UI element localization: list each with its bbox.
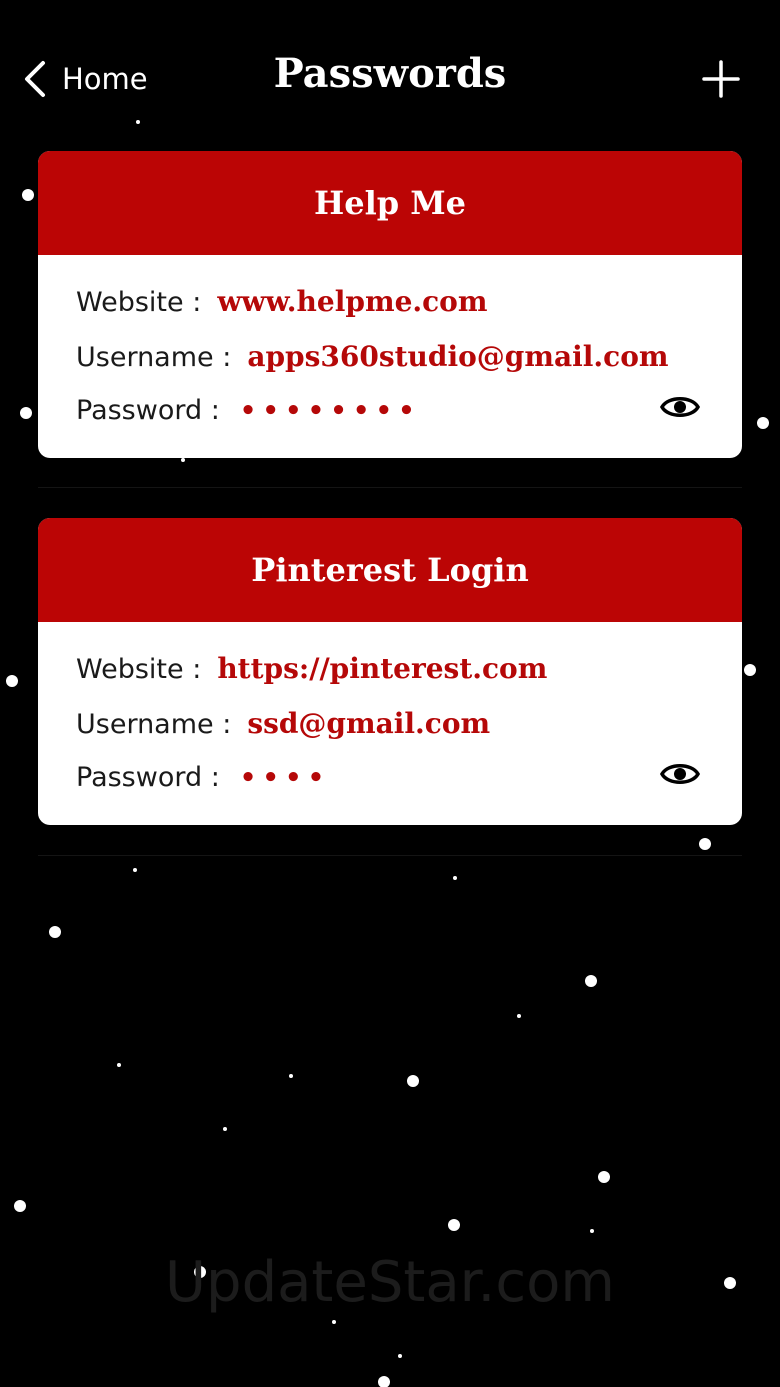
snowflake xyxy=(398,1354,402,1358)
snowflake xyxy=(223,1127,227,1131)
snowflake xyxy=(407,1075,419,1087)
website-value: https://pinterest.com xyxy=(217,652,548,685)
page-title: Passwords xyxy=(273,50,507,97)
watermark-text: UpdateStar.com xyxy=(165,1250,615,1315)
card-body: Website : www.helpme.com Username : apps… xyxy=(38,255,742,458)
card-body: Website : https://pinterest.com Username… xyxy=(38,622,742,825)
snowflake xyxy=(117,1063,121,1067)
snowflake xyxy=(744,664,756,676)
card-title: Help Me xyxy=(38,151,742,255)
eye-icon xyxy=(660,397,700,417)
navigation-bar: Home Passwords xyxy=(0,0,780,150)
snowflake xyxy=(332,1320,336,1324)
website-label: Website : xyxy=(76,654,202,685)
snowflake xyxy=(22,189,34,201)
snowflake xyxy=(181,458,185,462)
username-row: Username : ssd@gmail.com xyxy=(76,707,490,740)
snowflake xyxy=(757,417,769,429)
password-label: Password : xyxy=(76,762,220,793)
snowflake xyxy=(20,407,32,419)
username-value: apps360studio@gmail.com xyxy=(247,340,669,373)
password-card[interactable]: Help Me Website : www.helpme.com Usernam… xyxy=(38,151,742,458)
website-row: Website : https://pinterest.com xyxy=(76,652,547,685)
snowflake xyxy=(6,675,18,687)
snowflake xyxy=(133,868,137,872)
password-value: •••• xyxy=(239,763,331,793)
snowflake xyxy=(49,926,61,938)
snowflake xyxy=(378,1376,390,1387)
username-label: Username : xyxy=(76,709,232,740)
snowflake xyxy=(453,876,457,880)
snowflake xyxy=(585,975,597,987)
show-password-button[interactable] xyxy=(660,393,700,421)
show-password-button[interactable] xyxy=(660,760,700,788)
divider xyxy=(38,855,742,856)
website-value: www.helpme.com xyxy=(217,285,488,318)
website-row: Website : www.helpme.com xyxy=(76,285,487,318)
add-button[interactable] xyxy=(700,58,742,100)
snowflake xyxy=(598,1171,610,1183)
divider xyxy=(38,487,742,488)
snowflake xyxy=(448,1219,460,1231)
plus-icon xyxy=(702,60,740,98)
password-row: Password : •••• xyxy=(76,762,330,793)
password-row: Password : •••••••• xyxy=(76,395,421,426)
password-label: Password : xyxy=(76,395,220,426)
username-row: Username : apps360studio@gmail.com xyxy=(76,340,669,373)
password-value: •••••••• xyxy=(239,396,421,426)
password-card[interactable]: Pinterest Login Website : https://pinter… xyxy=(38,518,742,825)
snowflake xyxy=(699,838,711,850)
snowflake xyxy=(590,1229,594,1233)
snowflake xyxy=(289,1074,293,1078)
username-value: ssd@gmail.com xyxy=(247,707,491,740)
snowflake xyxy=(517,1014,521,1018)
card-title: Pinterest Login xyxy=(38,518,742,622)
username-label: Username : xyxy=(76,342,232,373)
website-label: Website : xyxy=(76,287,202,318)
snowflake xyxy=(14,1200,26,1212)
eye-icon xyxy=(660,764,700,784)
